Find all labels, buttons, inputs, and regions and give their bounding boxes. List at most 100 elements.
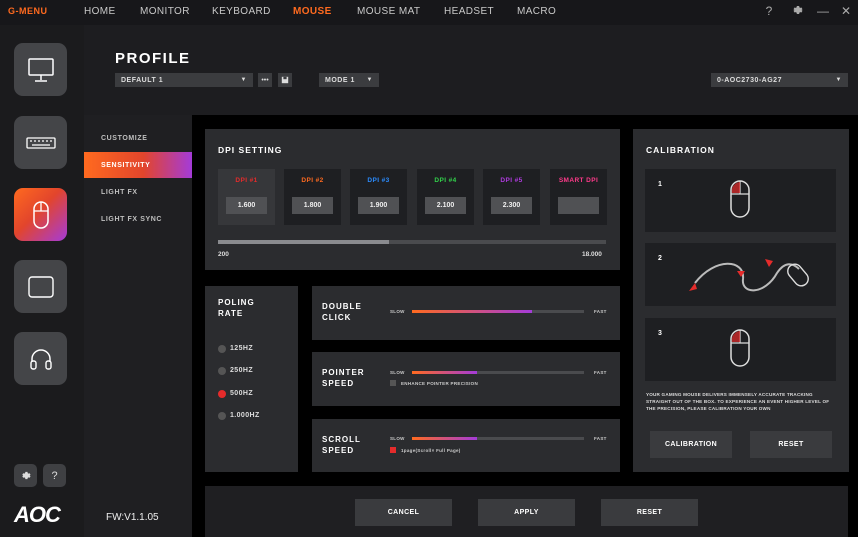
profile-header [84, 25, 858, 115]
calibration-button[interactable]: CALIBRATION [650, 431, 732, 458]
device-select[interactable]: 0-AOC2730-AG27 ▼ [711, 73, 848, 87]
fast-label: FAST [594, 436, 607, 441]
polling-title-line1: POLING [218, 298, 255, 307]
pointer-speed-slider[interactable] [412, 371, 584, 374]
dpi-value-input[interactable]: 2.300 [491, 197, 532, 214]
pointer-speed-slider-fill [412, 371, 478, 374]
sidebar-help-button[interactable]: ? [43, 464, 66, 487]
sidebar-settings-button[interactable] [14, 464, 37, 487]
slow-label: SLOW [390, 370, 405, 375]
double-click-slider[interactable] [412, 310, 584, 313]
device-headset-button[interactable] [14, 332, 67, 385]
app-brand: G-MENU [8, 6, 48, 16]
close-button[interactable]: ✕ [838, 4, 854, 18]
dpi-label: DPI #1 [235, 177, 258, 184]
mode-select-value: MODE 1 [325, 76, 355, 84]
mode-select[interactable]: MODE 1 ▼ [319, 73, 379, 87]
firmware-version: FW:V1.1.05 [106, 512, 159, 523]
dpi-min-label: 200 [218, 251, 229, 258]
nav-headset[interactable]: HEADSET [444, 6, 494, 17]
mouse-icon [730, 180, 750, 218]
dpi-value-input[interactable]: 1.900 [358, 197, 399, 214]
nav-home[interactable]: HOME [84, 6, 116, 17]
enhance-precision-checkbox[interactable] [390, 380, 396, 386]
dpi-label: SMART DPI [558, 177, 599, 184]
profile-more-button[interactable]: ••• [258, 73, 272, 87]
polling-radio-250[interactable] [218, 367, 226, 375]
reset-button[interactable]: RESET [601, 499, 698, 526]
polling-label-250: 250HZ [230, 367, 254, 374]
device-select-value: 0-AOC2730-AG27 [717, 76, 782, 84]
monitor-icon [27, 57, 54, 82]
mouse-icon [730, 329, 750, 367]
cancel-button[interactable]: CANCEL [355, 499, 452, 526]
calibration-step-3: 3 [645, 318, 836, 381]
submenu-sensitivity[interactable]: SENSITIVITY [84, 152, 192, 178]
scroll-page-label: 1page(Scroll× Full Page) [401, 448, 461, 453]
submenu-light-fx[interactable]: LIGHT FX [84, 179, 192, 205]
slow-label: SLOW [390, 309, 405, 314]
help-button[interactable]: ? [761, 4, 777, 18]
double-click-slider-fill [412, 310, 533, 313]
dpi-card-2[interactable]: DPI #2 1.800 [284, 169, 341, 225]
double-click-panel [312, 286, 620, 340]
polling-title-line2: RATE [218, 309, 244, 318]
nav-macro[interactable]: MACRO [517, 6, 556, 17]
nav-mouse[interactable]: MOUSE [293, 6, 332, 17]
fast-label: FAST [594, 309, 607, 314]
dpi-value-input[interactable]: 1.600 [226, 197, 267, 214]
enhance-precision-label: ENHANCE POINTER PRECISION [401, 381, 479, 386]
device-mouse-button[interactable] [14, 188, 67, 241]
pointer-speed-title-line2: SPEED [322, 379, 355, 388]
dpi-card-1[interactable]: DPI #1 1.600 [218, 169, 275, 225]
dpi-card-3[interactable]: DPI #3 1.900 [350, 169, 407, 225]
calibration-step-1: 1 [645, 169, 836, 232]
apply-button[interactable]: APPLY [478, 499, 575, 526]
dpi-max-label: 18.000 [582, 251, 602, 258]
dpi-card-5[interactable]: DPI #5 2.300 [483, 169, 540, 225]
nav-monitor[interactable]: MONITOR [140, 6, 190, 17]
dpi-value-input[interactable]: 1.800 [292, 197, 333, 214]
chevron-down-icon: ▼ [240, 77, 247, 83]
dpi-label: DPI #5 [500, 177, 523, 184]
polling-label-1000: 1.000HZ [230, 412, 260, 419]
polling-radio-125[interactable] [218, 345, 226, 353]
scroll-speed-slider[interactable] [412, 437, 584, 440]
double-click-title-line1: DOUBLE [322, 302, 362, 311]
submenu-customize[interactable]: CUSTOMIZE [84, 125, 192, 151]
submenu-light-fx-sync[interactable]: LIGHT FX SYNC [84, 206, 192, 232]
calibration-description: YOUR GAMING MOUSE DELIVERS IMMENSELY ACC… [646, 392, 830, 411]
profile-select-value: DEFAULT 1 [121, 76, 164, 84]
device-monitor-button[interactable] [14, 43, 67, 96]
slow-label: SLOW [390, 436, 405, 441]
dpi-value-input[interactable] [558, 197, 599, 214]
dpi-value-input[interactable]: 2.100 [425, 197, 466, 214]
headset-icon [29, 348, 52, 370]
nav-keyboard[interactable]: KEYBOARD [212, 6, 271, 17]
nav-mouse-mat[interactable]: MOUSE MAT [357, 6, 420, 17]
mouse-icon [32, 200, 49, 229]
device-mouse-mat-button[interactable] [14, 260, 67, 313]
profile-save-button[interactable] [278, 73, 292, 87]
polling-radio-500[interactable] [218, 390, 226, 398]
polling-radio-1000[interactable] [218, 412, 226, 420]
scroll-page-checkbox[interactable] [390, 447, 396, 453]
dpi-title: DPI SETTING [218, 145, 283, 155]
dpi-card-4[interactable]: DPI #4 2.100 [417, 169, 474, 225]
dpi-label: DPI #4 [434, 177, 457, 184]
dpi-slider[interactable] [218, 240, 606, 244]
dpi-label: DPI #2 [301, 177, 324, 184]
calibration-reset-button[interactable]: RESET [750, 431, 832, 458]
profile-select[interactable]: DEFAULT 1 ▼ [115, 73, 253, 87]
calibration-step-2: 2 [645, 243, 836, 306]
top-bar [0, 0, 858, 25]
scroll-speed-title-line2: SPEED [322, 446, 355, 455]
mouse-mat-icon [27, 275, 54, 298]
device-keyboard-button[interactable] [14, 116, 67, 169]
dpi-card-smart[interactable]: SMART DPI [550, 169, 607, 225]
scroll-speed-panel [312, 419, 620, 472]
settings-button[interactable] [789, 4, 805, 19]
minimize-button[interactable]: — [815, 4, 831, 18]
gear-icon [793, 6, 803, 14]
polling-label-125: 125HZ [230, 345, 254, 352]
